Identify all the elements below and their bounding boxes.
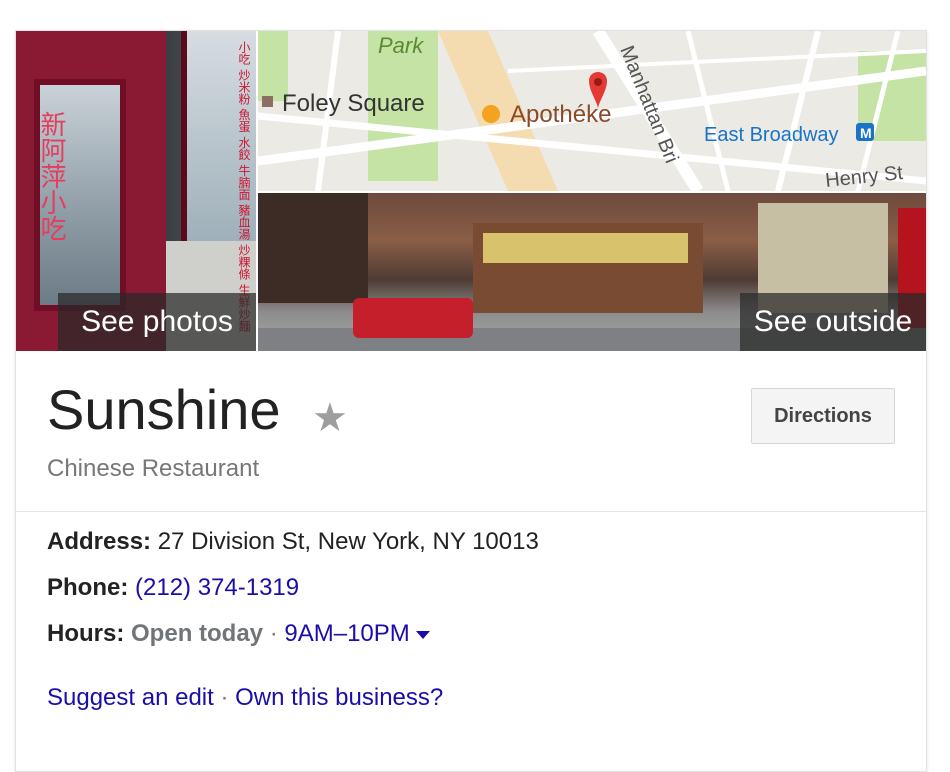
see-outside-button[interactable]: See outside [740,293,926,351]
phone-label: Phone: [47,574,129,601]
phone-row: Phone: (212) 374-1319 [47,574,299,602]
map-thumbnail[interactable]: Park Foley Square Apothéke Manhattan Bri… [258,31,926,191]
divider [16,511,926,512]
actions-row: Suggest an edit · Own this business? [47,684,443,712]
map-label-foley-square: Foley Square [282,90,425,117]
subway-badge-label: M [860,125,872,141]
hours-separator: · [269,620,278,647]
map-svg: Park Foley Square Apothéke Manhattan Bri… [258,31,926,191]
bar-poi-icon [482,105,500,123]
hours-status: Open today [131,620,264,647]
map-label-place: Apothéke [510,101,611,128]
map-label-east-broadway: East Broadway [704,124,839,146]
sign-glyphs: 新阿萍小吃 [36,111,66,241]
street-view-thumbnail[interactable]: See outside [258,193,926,351]
address-value: 27 Division St, New York, NY 10013 [157,528,539,555]
directions-button[interactable]: Directions [751,388,895,444]
hours-dropdown[interactable]: 9AM–10PM [284,620,430,647]
links-separator: · [220,684,229,711]
map-pin-dot [594,78,602,86]
address-row: Address: 27 Division St, New York, NY 10… [47,528,539,556]
save-star-icon[interactable]: ★ [312,395,348,441]
hours-label: Hours: [47,620,125,647]
phone-link[interactable]: (212) 374-1319 [135,574,299,601]
knowledge-panel: 新阿萍小吃 小吃 炒米粉 魚蛋 水餃 牛腩面 豬血湯 炒粿條 生鮮炒麵 See … [15,30,927,772]
street-building [258,193,368,303]
chevron-down-icon[interactable] [415,630,430,639]
map-label-park: Park [378,33,424,58]
address-label: Address: [47,528,152,555]
own-business-link[interactable]: Own this business? [235,684,443,711]
hours-row: Hours: Open today · 9AM–10PM [47,620,430,648]
foley-square-poi-icon [262,96,273,107]
suggest-edit-link[interactable]: Suggest an edit [47,684,214,711]
menu-glyphs: 小吃 炒米粉 魚蛋 水餃 牛腩面 豬血湯 炒粿條 生鮮炒麵 [237,41,251,332]
street-store-sign [483,233,688,263]
see-photos-button[interactable]: See photos [58,293,256,351]
media-strip: 新阿萍小吃 小吃 炒米粉 魚蛋 水餃 牛腩面 豬血湯 炒粿條 生鮮炒麵 See … [16,31,926,351]
street-red-truck [353,298,473,338]
business-category: Chinese Restaurant [47,455,260,482]
hours-value[interactable]: 9AM–10PM [284,620,409,647]
photo-thumbnail[interactable]: 新阿萍小吃 小吃 炒米粉 魚蛋 水餃 牛腩面 豬血湯 炒粿條 生鮮炒麵 See … [16,31,256,351]
business-name: Sunshine [47,378,281,441]
